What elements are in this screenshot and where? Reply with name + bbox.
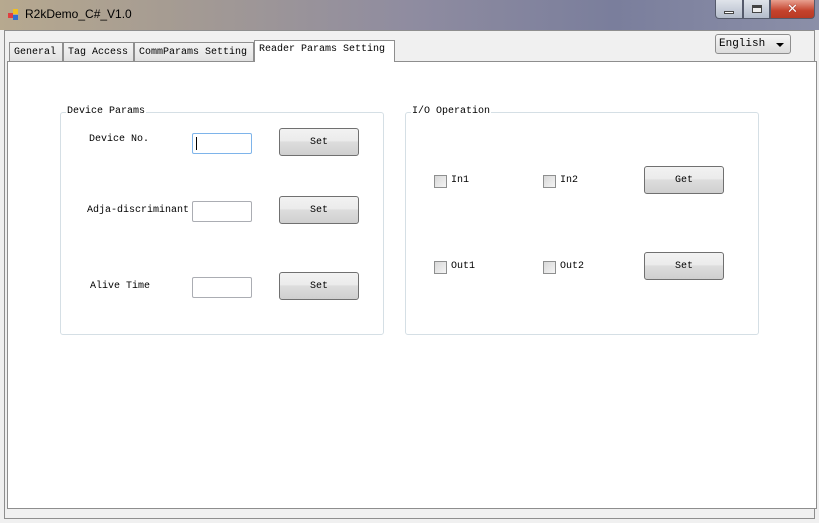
adja-discriminant-label: Adja-discriminant: [87, 205, 190, 216]
close-button[interactable]: ✕: [770, 0, 815, 19]
in2-checkbox[interactable]: [543, 175, 556, 188]
chevron-down-icon: [776, 43, 784, 47]
maximize-icon: [751, 5, 762, 13]
tab-tag-access[interactable]: Tag Access: [63, 42, 134, 61]
out1-checkbox[interactable]: [434, 261, 447, 274]
button-label: Set: [674, 260, 693, 272]
out2-label: Out2: [560, 261, 585, 272]
text-caret: [196, 137, 197, 150]
in2-label: In2: [560, 175, 579, 186]
set-alive-time-button[interactable]: Set: [279, 272, 359, 300]
in1-checkbox[interactable]: [434, 175, 447, 188]
window-title: R2kDemo_C#_V1.0: [25, 7, 132, 21]
minimize-button[interactable]: [715, 0, 743, 19]
tab-label: Reader Params Setting: [259, 44, 386, 55]
adja-discriminant-input[interactable]: [192, 201, 252, 222]
tab-commparams-setting[interactable]: CommParams Setting: [134, 42, 254, 61]
minimize-icon: [724, 10, 734, 14]
io-operation-group: I/O Operation: [405, 106, 759, 335]
button-label: Set: [309, 204, 328, 216]
out1-label: Out1: [451, 261, 476, 272]
io-operation-title: I/O Operation: [411, 106, 492, 117]
tab-label: Tag Access: [68, 47, 129, 58]
get-io-button[interactable]: Get: [644, 166, 724, 194]
set-io-button[interactable]: Set: [644, 252, 724, 280]
app-icon: [8, 9, 20, 21]
language-select[interactable]: English: [715, 34, 791, 54]
in1-label: In1: [451, 175, 470, 186]
device-no-label: Device No.: [89, 134, 150, 145]
set-device-no-button[interactable]: Set: [279, 128, 359, 156]
tab-label: CommParams Setting: [139, 47, 248, 58]
title-bar: R2kDemo_C#_V1.0 ✕: [0, 0, 819, 30]
button-label: Set: [309, 136, 328, 148]
alive-time-label: Alive Time: [90, 281, 151, 292]
tab-reader-params-setting[interactable]: Reader Params Setting: [254, 40, 395, 62]
button-label: Get: [674, 174, 693, 186]
close-icon: ✕: [787, 1, 798, 17]
device-params-title: Device Params: [66, 106, 147, 117]
language-value: English: [719, 38, 766, 50]
tab-label: General: [14, 47, 57, 58]
tab-general[interactable]: General: [9, 42, 63, 61]
maximize-button[interactable]: [743, 0, 770, 19]
out2-checkbox[interactable]: [543, 261, 556, 274]
device-no-input[interactable]: [192, 133, 252, 154]
button-label: Set: [309, 280, 328, 292]
alive-time-input[interactable]: [192, 277, 252, 298]
set-adja-discriminant-button[interactable]: Set: [279, 196, 359, 224]
